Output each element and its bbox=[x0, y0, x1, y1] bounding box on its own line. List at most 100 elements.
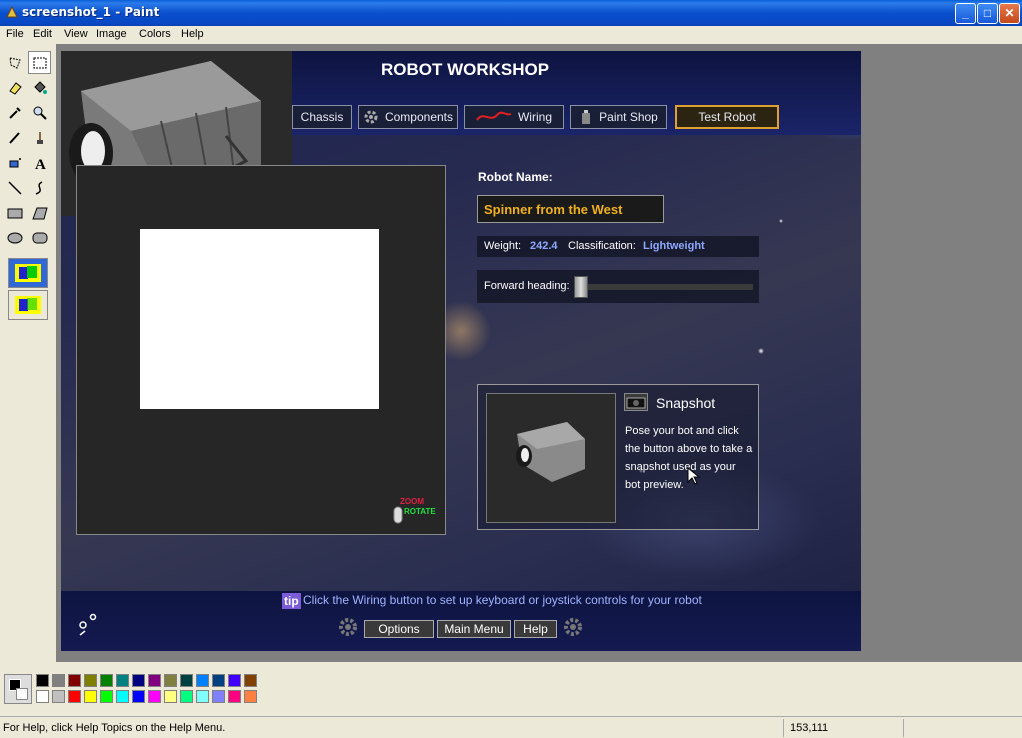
palette-color-swatch[interactable] bbox=[212, 690, 225, 703]
palette-color-swatch[interactable] bbox=[164, 690, 177, 703]
airbrush-icon[interactable] bbox=[3, 151, 26, 174]
palette-color-swatch[interactable] bbox=[84, 690, 97, 703]
spray-can-icon bbox=[582, 110, 591, 124]
rectangle-tool-icon[interactable] bbox=[3, 201, 26, 224]
nav-chassis[interactable]: Chassis bbox=[292, 105, 352, 129]
zoom-rotate-hint: ZOOM ROTATE bbox=[392, 497, 440, 527]
palette-color-swatch[interactable] bbox=[36, 690, 49, 703]
title-bar: screenshot_1 - Paint _ □ ✕ bbox=[0, 0, 1022, 26]
white-selection-box bbox=[140, 229, 379, 409]
palette-color-swatch[interactable] bbox=[36, 674, 49, 687]
palette-color-swatch[interactable] bbox=[116, 674, 129, 687]
snapshot-title: Snapshot bbox=[656, 395, 716, 411]
palette-color-swatch[interactable] bbox=[100, 690, 113, 703]
brush-icon[interactable] bbox=[28, 126, 51, 149]
palette-color-swatch[interactable] bbox=[100, 674, 113, 687]
heading-slider-thumb[interactable] bbox=[574, 276, 588, 298]
gear-right-icon bbox=[564, 618, 582, 636]
rotate-label: ROTATE bbox=[404, 507, 436, 516]
curve-tool-icon[interactable] bbox=[28, 176, 51, 199]
minimize-button[interactable]: _ bbox=[955, 3, 976, 24]
heading-label: Forward heading: bbox=[484, 280, 570, 292]
palette-color-swatch[interactable] bbox=[116, 690, 129, 703]
eraser-icon[interactable] bbox=[3, 76, 26, 99]
nav-components[interactable]: Components bbox=[358, 105, 458, 129]
rect-select-icon[interactable] bbox=[28, 51, 51, 74]
weight-bar: Weight: 242.4 Classification: Lightweigh… bbox=[477, 236, 759, 257]
menu-help[interactable]: Help bbox=[181, 28, 204, 40]
palette-color-swatch[interactable] bbox=[132, 690, 145, 703]
snapshot-panel: Snapshot Pose your bot and click the but… bbox=[477, 384, 759, 530]
snapshot-camera-button[interactable] bbox=[624, 393, 648, 411]
nav-components-label: Components bbox=[384, 110, 454, 124]
menu-image[interactable]: Image bbox=[96, 28, 127, 40]
pencil-icon[interactable] bbox=[3, 126, 26, 149]
close-button[interactable]: ✕ bbox=[999, 3, 1020, 24]
palette-color-swatch[interactable] bbox=[212, 674, 225, 687]
wire-icon bbox=[476, 111, 512, 121]
weight-value: 242.4 bbox=[530, 240, 558, 252]
main-menu-button[interactable]: Main Menu bbox=[437, 620, 511, 638]
menu-colors[interactable]: Colors bbox=[139, 28, 171, 40]
gear-icon bbox=[364, 110, 378, 124]
color-palette bbox=[0, 662, 1022, 712]
polygon-tool-icon[interactable] bbox=[28, 201, 51, 224]
palette-color-swatch[interactable] bbox=[180, 690, 193, 703]
palette-color-swatch[interactable] bbox=[148, 674, 161, 687]
line-tool-icon[interactable] bbox=[3, 176, 26, 199]
robot-name-input[interactable]: Spinner from the West bbox=[477, 195, 664, 223]
palette-color-swatch[interactable] bbox=[68, 690, 81, 703]
palette-color-swatch[interactable] bbox=[228, 674, 241, 687]
snapshot-thumbnail bbox=[486, 393, 616, 523]
nav-paint-shop-label: Paint Shop bbox=[599, 110, 658, 124]
robot-name-label: Robot Name: bbox=[478, 170, 553, 184]
palette-color-swatch[interactable] bbox=[132, 674, 145, 687]
palette-color-swatch[interactable] bbox=[244, 690, 257, 703]
nav-wiring[interactable]: Wiring bbox=[464, 105, 564, 129]
tip-badge: tip bbox=[282, 593, 301, 609]
color-picker-icon[interactable] bbox=[3, 101, 26, 124]
transparent-option[interactable] bbox=[8, 290, 48, 320]
camera-icon bbox=[626, 397, 646, 409]
workshop-title: ROBOT WORKSHOP bbox=[381, 60, 550, 79]
mouse-cursor-icon bbox=[687, 467, 701, 485]
opaque-mode-icon bbox=[15, 264, 41, 282]
paint-image[interactable]: ROBOT WORKSHOP Chassis Components Wiring… bbox=[61, 51, 861, 651]
svg-text:A: A bbox=[35, 157, 46, 171]
magnifier-icon[interactable] bbox=[28, 101, 51, 124]
palette-color-swatch[interactable] bbox=[84, 674, 97, 687]
palette-color-swatch[interactable] bbox=[180, 674, 193, 687]
opaque-option[interactable] bbox=[8, 258, 48, 288]
rounded-rect-tool-icon[interactable] bbox=[28, 226, 51, 249]
palette-color-swatch[interactable] bbox=[196, 674, 209, 687]
menu-view[interactable]: View bbox=[64, 28, 88, 40]
palette-color-swatch[interactable] bbox=[148, 690, 161, 703]
menu-edit[interactable]: Edit bbox=[33, 28, 52, 40]
palette-color-swatch[interactable] bbox=[228, 690, 241, 703]
palette-color-swatch[interactable] bbox=[68, 674, 81, 687]
fill-bucket-icon[interactable] bbox=[28, 76, 51, 99]
palette-color-swatch[interactable] bbox=[52, 674, 65, 687]
help-button[interactable]: Help bbox=[514, 620, 557, 638]
status-help-text: For Help, click Help Topics on the Help … bbox=[3, 722, 226, 734]
palette-color-swatch[interactable] bbox=[196, 690, 209, 703]
heading-slider-track[interactable] bbox=[577, 284, 753, 290]
heading-bar: Forward heading: bbox=[477, 270, 759, 303]
connection-status-icon bbox=[79, 613, 97, 636]
nav-test-robot[interactable]: Test Robot bbox=[675, 105, 779, 129]
classification-value: Lightweight bbox=[643, 240, 705, 252]
options-button[interactable]: Options bbox=[364, 620, 434, 638]
ellipse-tool-icon[interactable] bbox=[3, 226, 26, 249]
free-select-icon[interactable] bbox=[3, 51, 26, 74]
nav-paint-shop[interactable]: Paint Shop bbox=[570, 105, 667, 129]
background-color[interactable] bbox=[16, 688, 28, 700]
palette-color-swatch[interactable] bbox=[52, 690, 65, 703]
nav-chassis-label: Chassis bbox=[300, 110, 344, 124]
palette-color-swatch[interactable] bbox=[244, 674, 257, 687]
maximize-button[interactable]: □ bbox=[977, 3, 998, 24]
zoom-label: ZOOM bbox=[400, 497, 424, 506]
menu-file[interactable]: File bbox=[6, 28, 24, 40]
text-tool-icon[interactable]: A bbox=[28, 151, 51, 174]
palette-color-swatch[interactable] bbox=[164, 674, 177, 687]
current-colors[interactable] bbox=[4, 674, 32, 704]
